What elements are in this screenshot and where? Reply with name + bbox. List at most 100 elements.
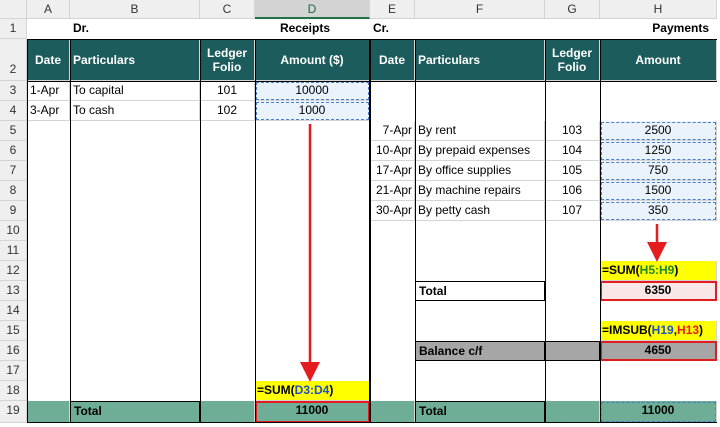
receipts-total-value[interactable]: 11000 [255,401,370,423]
formula-prefix: =IMSUB( [602,323,652,337]
header-date-right: Date [370,39,415,81]
corner-select-all[interactable] [0,0,27,19]
column-header-d[interactable]: D [255,0,370,19]
formula-range: H5:H9 [639,263,675,277]
receipts-total-label: Total [70,401,200,423]
formula-sum-payments[interactable]: =SUM(H5:H9) [600,261,717,281]
payment-particulars-cell[interactable]: By rent [415,121,545,141]
balance-label: Balance c/f [415,341,545,361]
spreadsheet: A B C D E F G H 1 2 3 4 5 6 7 8 9 10 11 … [0,0,720,427]
row-header-12[interactable]: 12 [0,261,27,281]
row-header-15[interactable]: 15 [0,321,27,341]
table-border [545,39,546,423]
payment-date-cell[interactable]: 7-Apr [370,121,415,141]
header-date-left: Date [27,39,70,81]
table-border [27,81,717,82]
payment-amount-cell[interactable]: 1500 [600,181,717,201]
column-header-h[interactable]: H [600,0,717,19]
balance-value[interactable]: 4650 [600,341,717,361]
row-header-4[interactable]: 4 [0,101,27,121]
payment-particulars-cell[interactable]: By office supplies [415,161,545,181]
row-header-8[interactable]: 8 [0,181,27,201]
payments-grand-total[interactable]: 11000 [600,401,717,423]
receipt-folio-cell[interactable]: 102 [200,101,255,121]
formula-suffix: ) [329,383,334,397]
formula-ref-h19: H19 [651,323,674,337]
header-ledger-folio-left: Ledger Folio [200,39,255,81]
header-particulars-left: Particulars [70,39,200,81]
payment-particulars-cell[interactable]: By machine repairs [415,181,545,201]
payment-folio-cell[interactable]: 107 [545,201,600,221]
row-header-9[interactable]: 9 [0,201,27,221]
payment-folio-cell[interactable]: 103 [545,121,600,141]
row-header-7[interactable]: 7 [0,161,27,181]
header-amount-usd: Amount ($) [255,39,370,81]
receipt-date-cell[interactable]: 1-Apr [27,81,70,101]
table-border [27,39,28,423]
formula-suffix: ) [674,263,679,277]
receipts-total-folio [200,401,255,423]
row-header-17[interactable]: 17 [0,361,27,381]
formula-suffix: ) [699,323,704,337]
row-header-10[interactable]: 10 [0,221,27,241]
receipts-total-date [27,401,70,423]
table-border [27,422,717,423]
receipt-date-cell[interactable]: 3-Apr [27,101,70,121]
column-header-c[interactable]: C [200,0,255,19]
receipt-particulars-cell[interactable]: To cash [70,101,200,121]
payments-total-folio [545,401,600,423]
payment-particulars-cell[interactable]: By petty cash [415,201,545,221]
payments-total-value[interactable]: 6350 [600,281,717,301]
table-border [369,39,371,423]
formula-sum-receipts[interactable]: =SUM(D3:D4) [255,381,370,401]
table-border [255,39,256,423]
column-header-e[interactable]: E [370,0,415,19]
row-header-5[interactable]: 5 [0,121,27,141]
receipt-amount-cell[interactable]: 1000 [255,101,370,121]
payment-folio-cell[interactable]: 104 [545,141,600,161]
payment-date-cell[interactable]: 21-Apr [370,181,415,201]
payment-date-cell[interactable]: 10-Apr [370,141,415,161]
row-header-11[interactable]: 11 [0,241,27,261]
payments-total-date [370,401,415,423]
payment-date-cell[interactable]: 30-Apr [370,201,415,221]
receipt-particulars-cell[interactable]: To capital [70,81,200,101]
row-header-18[interactable]: 18 [0,381,27,401]
header-particulars-right: Particulars [415,39,545,81]
row-header-2[interactable]: 2 [0,39,27,81]
receipt-folio-cell[interactable]: 101 [200,81,255,101]
formula-ref-h13: H13 [677,323,700,337]
payment-folio-cell[interactable]: 105 [545,161,600,181]
table-border [600,39,601,423]
payment-amount-cell[interactable]: 2500 [600,121,717,141]
row-header-6[interactable]: 6 [0,141,27,161]
row-header-16[interactable]: 16 [0,341,27,361]
payments-total-label: Total [415,281,545,301]
row-header-19[interactable]: 19 [0,401,27,423]
header-ledger-folio-right: Ledger Folio [545,39,600,81]
table-border [70,39,71,423]
row-header-3[interactable]: 3 [0,81,27,101]
payment-folio-cell[interactable]: 106 [545,181,600,201]
receipt-amount-cell[interactable]: 10000 [255,81,370,101]
row-header-14[interactable]: 14 [0,301,27,321]
table-border [415,39,416,423]
payment-amount-cell[interactable]: 350 [600,201,717,221]
row-header-13[interactable]: 13 [0,281,27,301]
payment-amount-cell[interactable]: 1250 [600,141,717,161]
receipts-label: Receipts [279,21,330,35]
column-header-b[interactable]: B [70,0,200,19]
dr-label: Dr. [73,21,90,35]
payment-particulars-cell[interactable]: By prepaid expenses [415,141,545,161]
formula-prefix: =SUM( [602,263,640,277]
row-header-1[interactable]: 1 [0,19,27,39]
column-header-g[interactable]: G [545,0,600,19]
formula-imsub[interactable]: =IMSUB(H19,H13) [600,321,717,341]
column-header-f[interactable]: F [415,0,545,19]
column-header-a[interactable]: A [27,0,70,19]
payment-amount-cell[interactable]: 750 [600,161,717,181]
payments-grand-label: Total [415,401,545,423]
header-amount: Amount [600,39,717,81]
payment-date-cell[interactable]: 17-Apr [370,161,415,181]
payments-label: Payments [652,21,709,35]
